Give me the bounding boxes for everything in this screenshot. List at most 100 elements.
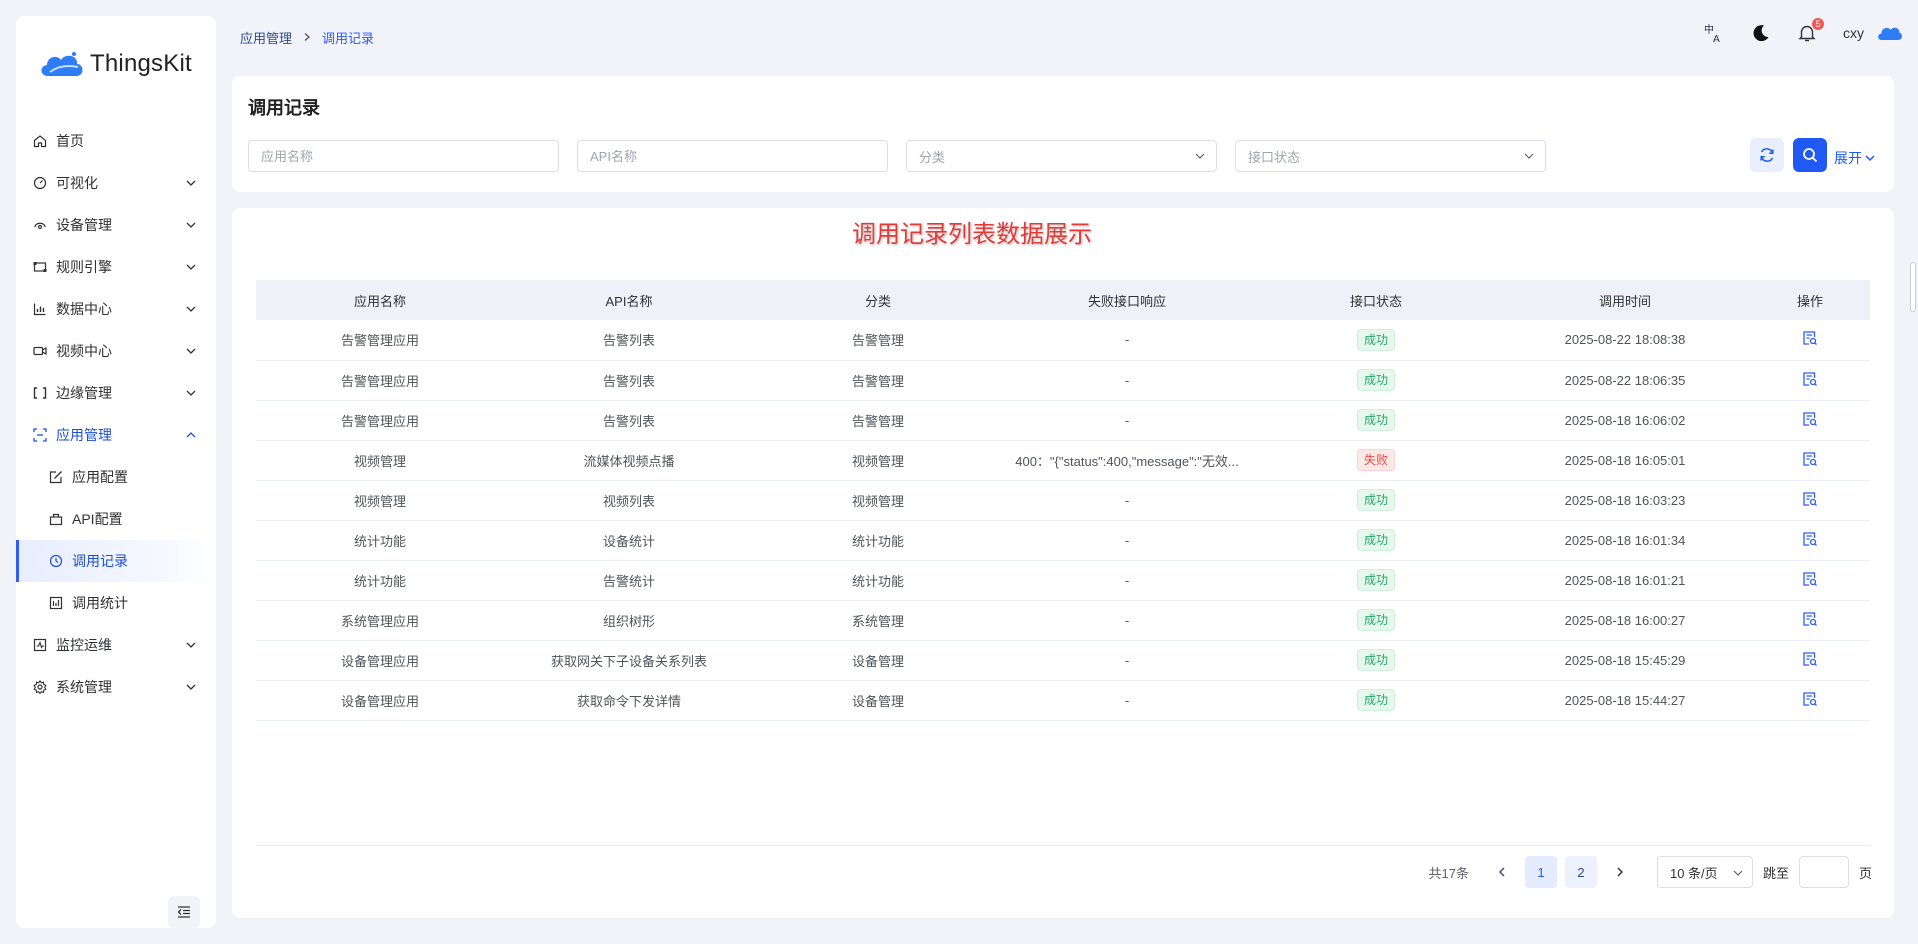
view-details-icon[interactable] xyxy=(1802,491,1818,507)
api-name-input[interactable] xyxy=(590,148,887,164)
table-row: 统计功能 设备统计 统计功能 - 成功 2025-08-18 16:01:34 xyxy=(256,520,1870,561)
collapse-sidebar-button[interactable] xyxy=(168,896,200,928)
sidebar-item-system-management[interactable]: 系统管理 xyxy=(16,666,216,708)
app-management-submenu: 应用配置 API配置 调用记录 调用统计 xyxy=(16,456,216,624)
column-header: API名称 xyxy=(605,293,653,309)
sidebar-item-video-center[interactable]: 视频中心 xyxy=(16,330,216,372)
fail-response-cell: - xyxy=(1002,640,1252,681)
call-time-cell: 2025-08-18 16:06:02 xyxy=(1500,400,1750,441)
sidebar-item-api-config[interactable]: API配置 xyxy=(16,498,216,540)
column-header: 应用名称 xyxy=(353,293,406,309)
action-cell xyxy=(1750,360,1870,401)
search-icon xyxy=(1803,148,1818,163)
app-name-cell: 设备管理应用 xyxy=(256,640,504,681)
status-cell: 成功 xyxy=(1252,520,1500,561)
action-cell xyxy=(1750,600,1870,641)
status-cell: 成功 xyxy=(1252,680,1500,721)
search-panel: 调用记录 分类 接口状态 展开 xyxy=(232,76,1894,192)
action-cell xyxy=(1750,320,1870,361)
status-badge: 成功 xyxy=(1356,689,1395,711)
sidebar-item-home[interactable]: 首页 xyxy=(16,120,216,162)
action-cell xyxy=(1750,680,1870,721)
app-name-input[interactable] xyxy=(261,148,558,164)
fail-response-cell: - xyxy=(1002,320,1252,361)
sidebar-item-app-config[interactable]: 应用配置 xyxy=(16,456,216,498)
status-cell: 成功 xyxy=(1252,560,1500,601)
table-divider xyxy=(256,845,1870,846)
sidebar-item-data-center[interactable]: 数据中心 xyxy=(16,288,216,330)
view-details-icon[interactable] xyxy=(1802,691,1818,707)
sidebar-item-monitoring[interactable]: 监控运维 xyxy=(16,624,216,666)
api-name-cell: 组织树形 xyxy=(504,600,754,641)
app-name-cell: 告警管理应用 xyxy=(256,320,504,361)
chevron-down-icon xyxy=(186,642,196,648)
status-cell: 成功 xyxy=(1252,320,1500,361)
api-name-cell: 告警列表 xyxy=(504,320,754,361)
category-select-placeholder: 分类 xyxy=(919,149,946,165)
reset-button[interactable] xyxy=(1750,138,1784,172)
status-badge: 成功 xyxy=(1356,649,1395,671)
app-name-cell: 告警管理应用 xyxy=(256,400,504,441)
page-button-2[interactable]: 2 xyxy=(1564,856,1597,888)
prev-page-button[interactable] xyxy=(1489,856,1515,888)
page-size-select[interactable]: 10 条/页 xyxy=(1656,856,1753,888)
breadcrumb-parent[interactable]: 应用管理 xyxy=(240,28,292,47)
dark-mode-icon[interactable] xyxy=(1751,23,1771,43)
column-header: 接口状态 xyxy=(1349,293,1402,309)
topbar-actions: 中A 5 cxy xyxy=(1677,18,1902,44)
category-cell: 统计功能 xyxy=(754,520,1002,561)
language-icon[interactable]: 中A xyxy=(1703,22,1725,44)
fail-response-cell: - xyxy=(1002,560,1252,601)
api-name-cell: 告警统计 xyxy=(504,560,754,601)
sidebar-item-device-management[interactable]: 设备管理 xyxy=(16,204,216,246)
chevron-down-icon xyxy=(186,390,196,396)
rule-icon xyxy=(32,259,48,275)
notification-bell-icon[interactable]: 5 xyxy=(1797,18,1824,43)
annotation-text: 调用记录列表数据展示 xyxy=(852,220,1092,248)
cloud-logo-icon xyxy=(41,52,83,76)
view-details-icon[interactable] xyxy=(1802,531,1818,547)
page-button-1[interactable]: 1 xyxy=(1524,856,1557,888)
api-name-cell: 告警列表 xyxy=(504,400,754,441)
sidebar-item-visualization[interactable]: 可视化 xyxy=(16,162,216,204)
status-cell: 成功 xyxy=(1252,360,1500,401)
username[interactable]: cxy xyxy=(1843,25,1864,41)
sidebar-item-call-stats[interactable]: 调用统计 xyxy=(16,582,216,624)
sidebar-item-edge-management[interactable]: 边缘管理 xyxy=(16,372,216,414)
call-time-cell: 2025-08-18 16:01:34 xyxy=(1500,520,1750,561)
sidebar-item-label: 调用记录 xyxy=(72,553,128,569)
expand-button[interactable]: 展开 xyxy=(1834,148,1876,168)
sidebar-item-app-management[interactable]: 应用管理 xyxy=(16,414,216,456)
status-select[interactable]: 接口状态 xyxy=(1235,140,1546,172)
table-row: 告警管理应用 告警列表 告警管理 - 成功 2025-08-18 16:06:02 xyxy=(256,400,1870,441)
avatar[interactable] xyxy=(1876,23,1902,43)
view-details-icon[interactable] xyxy=(1802,651,1818,667)
chevron-down-icon xyxy=(1733,870,1743,876)
table-row: 视频管理 流媒体视频点播 视频管理 400："{"status":400,"messa… xyxy=(256,440,1870,481)
view-details-icon[interactable] xyxy=(1802,330,1818,346)
view-details-icon[interactable] xyxy=(1802,451,1818,467)
view-details-icon[interactable] xyxy=(1802,611,1818,627)
table-row: 视频管理 视频列表 视频管理 - 成功 2025-08-18 16:03:23 xyxy=(256,480,1870,521)
api-name-cell: 获取网关下子设备关系列表 xyxy=(504,640,754,681)
fail-response-cell: 400："{"status":400,"message":"无效... xyxy=(1002,440,1252,481)
sidebar-item-call-records[interactable]: 调用记录 xyxy=(16,540,216,582)
next-page-button[interactable] xyxy=(1607,856,1633,888)
view-details-icon[interactable] xyxy=(1802,371,1818,387)
category-select[interactable]: 分类 xyxy=(906,140,1217,172)
status-badge: 成功 xyxy=(1356,369,1395,391)
fail-response-cell: - xyxy=(1002,480,1252,521)
search-button[interactable] xyxy=(1793,138,1827,172)
logo[interactable]: ThingsKit xyxy=(38,48,192,80)
view-details-icon[interactable] xyxy=(1802,571,1818,587)
view-details-icon[interactable] xyxy=(1802,411,1818,427)
fail-response-cell: - xyxy=(1002,520,1252,561)
table-row: 统计功能 告警统计 统计功能 - 成功 2025-08-18 16:01:21 xyxy=(256,560,1870,601)
jump-page-input[interactable] xyxy=(1798,856,1849,888)
scrollbar[interactable] xyxy=(1910,262,1916,312)
fail-response-cell: - xyxy=(1002,680,1252,721)
app-management-icon xyxy=(32,427,48,443)
category-cell: 统计功能 xyxy=(754,560,1002,601)
sidebar-item-rule-engine[interactable]: 规则引擎 xyxy=(16,246,216,288)
chevron-down-icon xyxy=(186,348,196,354)
